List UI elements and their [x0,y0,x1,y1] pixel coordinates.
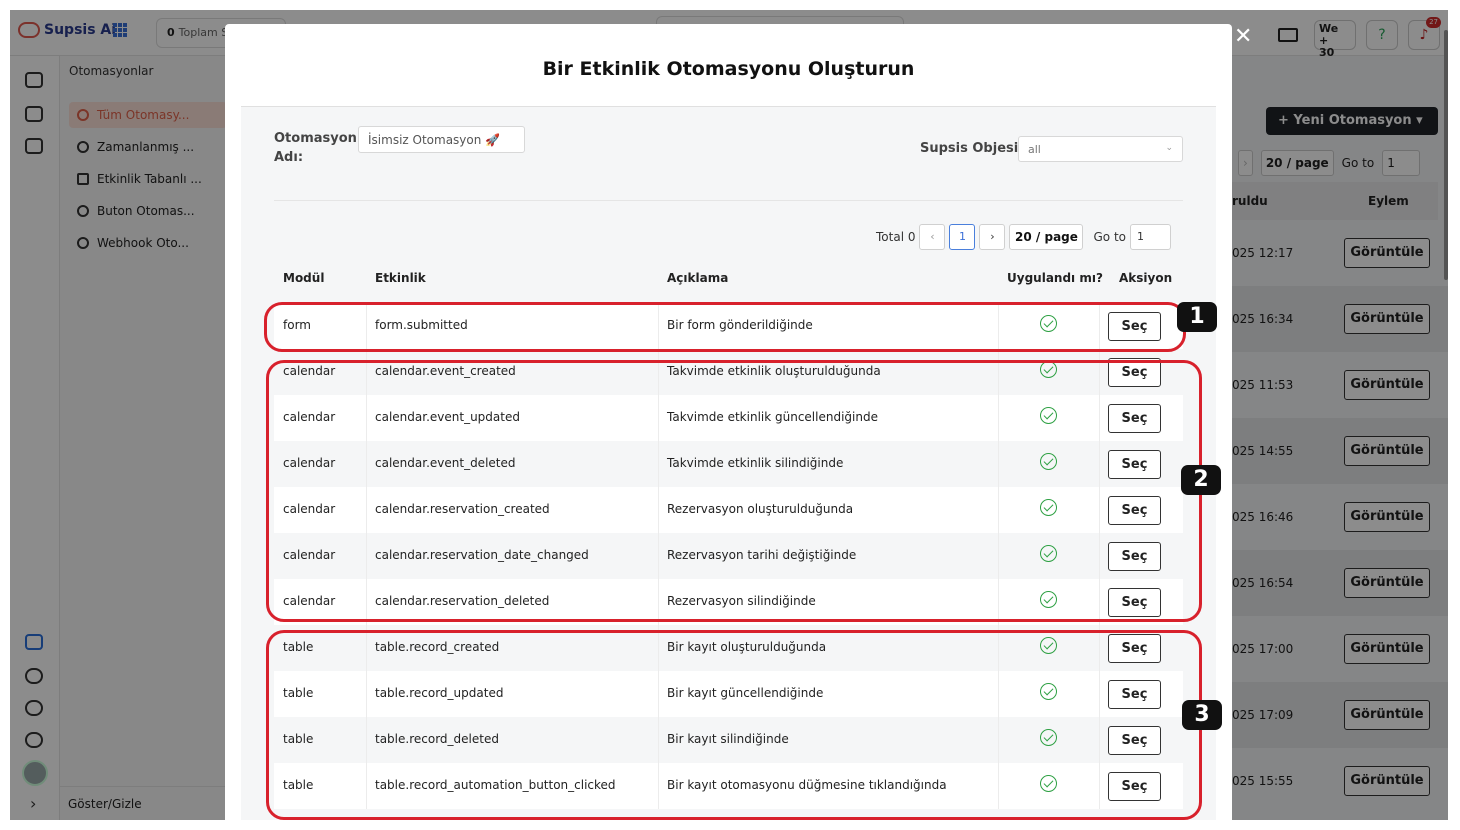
col-action: Aksiyon [1119,271,1173,285]
next-page-button[interactable]: › [979,224,1006,250]
pagination: Total 0 ‹ 1 › 20 / page Go to 1 [876,224,1171,250]
goto-input[interactable]: 1 [1130,224,1171,250]
divider [274,200,1183,201]
highlight-group-3 [266,630,1202,820]
highlight-group-2 [266,360,1202,622]
create-event-automation-modal: Bir Etkinlik Otomasyonu Oluşturun Otomas… [225,24,1232,820]
automation-name-input[interactable]: İsimsiz Otomasyon 🚀 [358,126,525,153]
supsis-object-select[interactable]: all ⌄ [1018,136,1183,162]
app-window: Supsis Ai 0 Toplam S We +30 ? ♪ 27 › Otoma… [10,10,1448,820]
supsis-object-value: all [1028,143,1041,156]
annotation-label-2: 2 [1181,465,1221,495]
automation-name-label-line1: Otomasyon [274,131,357,146]
page-1-button[interactable]: 1 [949,224,976,250]
annotation-label-1: 1 [1177,302,1217,332]
close-icon[interactable]: ✕ [1234,24,1252,49]
total-text: Total 0 [876,230,916,244]
modal-title: Bir Etkinlik Otomasyonu Oluşturun [542,58,915,80]
annotation-label-3: 3 [1182,700,1222,730]
automation-name-label: Otomasyon Adı: [274,129,357,167]
prev-page-button[interactable]: ‹ [919,224,946,250]
modal-body: Otomasyon Adı: İsimsiz Otomasyon 🚀 Supsis… [241,106,1216,820]
page-size-select[interactable]: 20 / page [1009,224,1084,250]
col-module: Modül [283,271,325,285]
highlight-group-1 [264,302,1186,352]
events-table-header: Modül Etkinlik Açıklama Uygulandı mı? Ak… [274,267,1183,295]
col-event: Etkinlik [375,271,426,285]
col-description: Açıklama [667,271,729,285]
goto-label: Go to [1093,230,1126,244]
automation-name-label-line2: Adı: [274,150,304,165]
supsis-object-label: Supsis Objesi: [920,141,1024,156]
chevron-down-icon: ⌄ [1165,143,1173,153]
col-applied: Uygulandı mı? [1007,271,1103,285]
